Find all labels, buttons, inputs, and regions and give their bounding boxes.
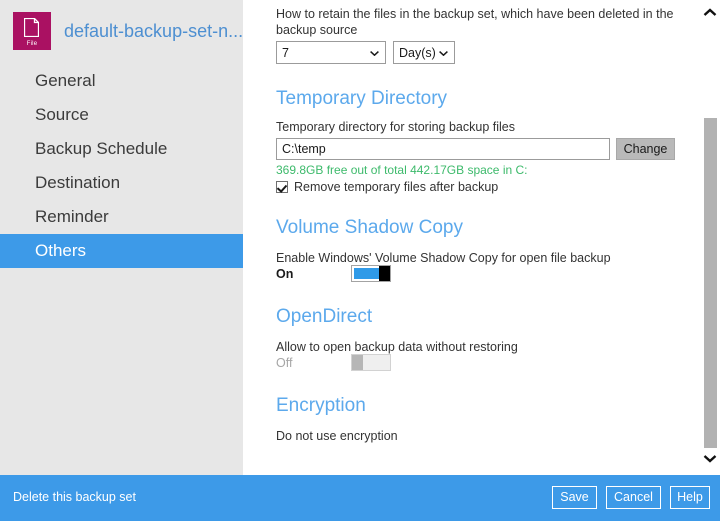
footer-button-group: Save Cancel Help <box>552 486 710 509</box>
sidebar-item-backup-schedule[interactable]: Backup Schedule <box>0 132 243 166</box>
retention-unit-select[interactable]: Day(s) <box>393 41 455 64</box>
volume-shadow-copy-state-label: On <box>276 267 351 281</box>
opendirect-toggle-row: Off <box>276 354 391 371</box>
retention-count-value: 7 <box>282 46 289 60</box>
file-document-glyph <box>24 18 39 37</box>
sidebar-item-label: General <box>35 71 95 90</box>
sidebar-content-gap <box>243 0 265 475</box>
sidebar-item-reminder[interactable]: Reminder <box>0 200 243 234</box>
opendirect-state-label: Off <box>276 356 351 370</box>
remove-temp-files-row[interactable]: Remove temporary files after backup <box>276 179 498 195</box>
chevron-down-icon <box>370 51 379 56</box>
free-space-note: 369.8GB free out of total 442.17GB space… <box>276 163 528 177</box>
save-button[interactable]: Save <box>552 486 597 509</box>
section-title-encryption: Encryption <box>276 395 366 417</box>
chevron-up-icon[interactable] <box>703 8 717 18</box>
file-document-icon: File <box>13 12 51 50</box>
temporary-directory-description: Temporary directory for storing backup f… <box>276 119 515 135</box>
opendirect-toggle[interactable] <box>351 354 391 371</box>
settings-content-pane: How to retain the files in the backup se… <box>265 0 720 475</box>
sidebar-item-source[interactable]: Source <box>0 98 243 132</box>
retention-count-select[interactable]: 7 <box>276 41 386 64</box>
toggle-thumb <box>352 355 363 370</box>
opendirect-description: Allow to open backup data without restor… <box>276 339 518 355</box>
temporary-directory-input[interactable] <box>276 138 610 160</box>
scrollbar-thumb[interactable] <box>704 118 717 448</box>
sidebar-item-label: Others <box>35 241 86 260</box>
sidebar: File default-backup-set-n... General Sou… <box>0 0 243 475</box>
sidebar-item-label: Source <box>35 105 89 124</box>
content-scrollbar[interactable] <box>700 0 720 475</box>
sidebar-item-label: Reminder <box>35 207 109 226</box>
file-icon-caption: File <box>13 41 51 48</box>
chevron-down-icon <box>439 51 448 56</box>
settings-nav-list: General Source Backup Schedule Destinati… <box>0 64 243 268</box>
sidebar-item-label: Destination <box>35 173 120 192</box>
temporary-directory-row: Change <box>276 138 675 160</box>
sidebar-item-others[interactable]: Others <box>0 234 243 268</box>
change-directory-button[interactable]: Change <box>616 138 675 160</box>
volume-shadow-copy-toggle[interactable] <box>351 265 391 282</box>
backup-set-settings-window: File default-backup-set-n... General Sou… <box>0 0 720 521</box>
volume-shadow-copy-toggle-row: On <box>276 265 391 282</box>
sidebar-item-label: Backup Schedule <box>35 139 167 158</box>
remove-temp-files-label: Remove temporary files after backup <box>294 179 498 195</box>
retention-description: How to retain the files in the backup se… <box>276 6 676 38</box>
retention-controls: 7 Day(s) <box>276 41 455 64</box>
help-button[interactable]: Help <box>670 486 710 509</box>
retention-unit-value: Day(s) <box>399 46 436 60</box>
section-title-opendirect: OpenDirect <box>276 306 372 328</box>
cancel-button[interactable]: Cancel <box>606 486 661 509</box>
sidebar-item-destination[interactable]: Destination <box>0 166 243 200</box>
encryption-description: Do not use encryption <box>276 428 398 444</box>
backup-set-name: default-backup-set-n... <box>64 21 243 42</box>
section-title-temporary-directory: Temporary Directory <box>276 88 447 110</box>
footer-bar: Delete this backup set Save Cancel Help <box>0 475 720 521</box>
delete-backup-set-link[interactable]: Delete this backup set <box>13 490 136 504</box>
volume-shadow-copy-description: Enable Windows' Volume Shadow Copy for o… <box>276 250 611 266</box>
remove-temp-files-checkbox[interactable] <box>276 181 288 193</box>
backup-set-header: File default-backup-set-n... <box>0 0 243 62</box>
toggle-thumb <box>379 266 390 281</box>
sidebar-item-general[interactable]: General <box>0 64 243 98</box>
chevron-down-icon[interactable] <box>703 453 717 463</box>
section-title-volume-shadow-copy: Volume Shadow Copy <box>276 217 463 239</box>
